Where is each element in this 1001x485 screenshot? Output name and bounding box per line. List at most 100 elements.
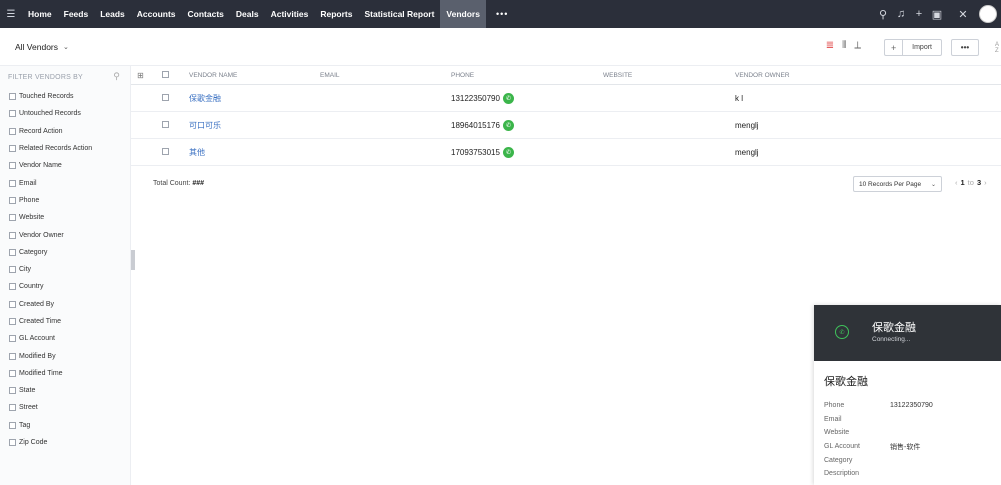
settings-icon[interactable]: ✕: [955, 8, 971, 21]
list-view-icon[interactable]: ≣: [826, 40, 834, 51]
total-count-value[interactable]: ###: [192, 180, 204, 187]
filter-item[interactable]: Modified Time: [0, 365, 130, 382]
col-email[interactable]: EMAIL: [320, 72, 451, 79]
filter-checkbox[interactable]: [9, 318, 16, 325]
filter-item[interactable]: Created By: [0, 296, 130, 313]
filter-checkbox[interactable]: [9, 214, 16, 222]
filter-checkbox[interactable]: [9, 162, 16, 170]
filter-label: Modified Time: [19, 369, 63, 377]
nav-deals[interactable]: Deals: [230, 0, 265, 28]
filter-item[interactable]: Touched Records: [0, 88, 130, 105]
filter-item[interactable]: GL Account: [0, 330, 130, 347]
filter-checkbox[interactable]: [9, 335, 16, 343]
phone-call-icon[interactable]: ✆: [502, 119, 514, 131]
filter-item[interactable]: Country: [0, 278, 130, 295]
row-checkbox[interactable]: [162, 147, 169, 155]
filter-item[interactable]: Vendor Owner: [0, 226, 130, 243]
filter-item[interactable]: City: [0, 261, 130, 278]
nav-leads[interactable]: Leads: [94, 0, 131, 28]
filter-item[interactable]: Created Time: [0, 313, 130, 330]
filter-checkbox[interactable]: [9, 145, 16, 153]
calendar-icon[interactable]: ▣: [929, 8, 945, 21]
vendor-name-link[interactable]: 保歌金融: [189, 94, 221, 103]
filter-checkbox[interactable]: [9, 127, 16, 135]
filter-checkbox[interactable]: [9, 421, 16, 429]
vendor-name-link[interactable]: 其他: [189, 148, 205, 157]
col-website[interactable]: WEBSITE: [603, 72, 735, 79]
list-header: All Vendors ⌄ ≣ ⫴ ⟂ + Import ••• AZ: [0, 28, 1001, 66]
phone-call-icon[interactable]: ✆: [502, 146, 514, 158]
filter-checkbox[interactable]: [9, 266, 16, 274]
filter-item[interactable]: Record Action: [0, 123, 130, 140]
call-connecting-icon[interactable]: ✆: [835, 325, 849, 339]
table-row[interactable]: 保歌金融 13122350790 ✆ k l: [131, 85, 1001, 112]
kanban-view-icon[interactable]: ⫴: [842, 40, 846, 51]
filter-checkbox[interactable]: [9, 404, 16, 412]
create-vendor-button[interactable]: +: [885, 40, 904, 55]
nav-home[interactable]: Home: [22, 0, 58, 28]
filter-label: Phone: [19, 196, 40, 204]
chart-view-icon[interactable]: ⟂: [854, 40, 861, 51]
row-checkbox[interactable]: [162, 93, 169, 101]
filter-item[interactable]: Related Records Action: [0, 140, 130, 157]
col-vendor-owner[interactable]: VENDOR OWNER: [735, 72, 885, 79]
filter-checkbox[interactable]: [9, 179, 16, 187]
nav-reports[interactable]: Reports: [314, 0, 358, 28]
sidebar-resize-handle[interactable]: [131, 250, 135, 270]
nav-vendors[interactable]: Vendors: [440, 0, 486, 28]
select-all-checkbox[interactable]: [162, 70, 169, 78]
filter-item[interactable]: Tag: [0, 417, 130, 434]
filter-item[interactable]: Street: [0, 399, 130, 416]
row-checkbox[interactable]: [162, 120, 169, 128]
filter-label: City: [19, 266, 32, 274]
filter-item[interactable]: Category: [0, 244, 130, 261]
nav-activities[interactable]: Activities: [265, 0, 315, 28]
filter-checkbox[interactable]: [9, 248, 16, 256]
import-button[interactable]: Import: [903, 44, 941, 51]
call-field-label: Website: [824, 429, 850, 437]
filter-checkbox[interactable]: [9, 300, 16, 308]
next-page-icon[interactable]: ›: [984, 178, 987, 187]
view-selector[interactable]: All Vendors ⌄: [15, 42, 69, 52]
filter-item[interactable]: Phone: [0, 192, 130, 209]
filter-item[interactable]: State: [0, 382, 130, 399]
filter-checkbox[interactable]: [9, 93, 16, 101]
filter-checkbox[interactable]: [9, 283, 16, 291]
nav-contacts[interactable]: Contacts: [182, 0, 230, 28]
filter-checkbox[interactable]: [9, 196, 16, 204]
sort-az-icon[interactable]: AZ: [995, 42, 999, 54]
hamburger-menu-icon[interactable]: ☰: [0, 9, 22, 20]
filter-search-icon[interactable]: ⚲: [113, 71, 120, 82]
plus-icon[interactable]: +: [911, 8, 927, 20]
search-icon[interactable]: ⚲: [875, 8, 891, 21]
user-avatar[interactable]: [979, 5, 997, 23]
filter-checkbox[interactable]: [9, 110, 16, 118]
records-per-page-select[interactable]: 10 Records Per Page ⌄: [853, 176, 942, 192]
phone-call-icon[interactable]: ✆: [502, 92, 514, 104]
col-phone[interactable]: PHONE: [451, 72, 603, 79]
filter-item[interactable]: Modified By: [0, 347, 130, 364]
filter-checkbox[interactable]: [9, 231, 16, 239]
filter-checkbox[interactable]: [9, 387, 16, 395]
filter-item[interactable]: Zip Code: [0, 434, 130, 451]
vendor-name-link[interactable]: 可口可乐: [189, 121, 221, 130]
bell-icon[interactable]: ♫: [893, 8, 909, 20]
column-chooser-icon[interactable]: ⊞: [137, 71, 144, 80]
filter-item[interactable]: Email: [0, 174, 130, 191]
filter-checkbox[interactable]: [9, 369, 16, 377]
nav-more-button[interactable]: •••: [486, 9, 518, 19]
filter-checkbox[interactable]: [9, 439, 16, 447]
filter-checkbox[interactable]: [9, 352, 16, 360]
filter-item[interactable]: Vendor Name: [0, 157, 130, 174]
table-row[interactable]: 可口可乐 18964015176 ✆ menglj: [131, 112, 1001, 139]
col-vendor-name[interactable]: VENDOR NAME: [189, 72, 320, 79]
nav-feeds[interactable]: Feeds: [58, 0, 95, 28]
view-toggle-icons: ≣ ⫴ ⟂: [826, 40, 861, 51]
table-row[interactable]: 其他 17093753015 ✆ menglj: [131, 139, 1001, 166]
nav-statistical-report[interactable]: Statistical Report: [359, 0, 441, 28]
more-actions-button[interactable]: •••: [951, 39, 979, 56]
prev-page-icon[interactable]: ‹: [955, 178, 958, 187]
filter-item[interactable]: Untouched Records: [0, 105, 130, 122]
nav-accounts[interactable]: Accounts: [131, 0, 182, 28]
filter-item[interactable]: Website: [0, 209, 130, 226]
